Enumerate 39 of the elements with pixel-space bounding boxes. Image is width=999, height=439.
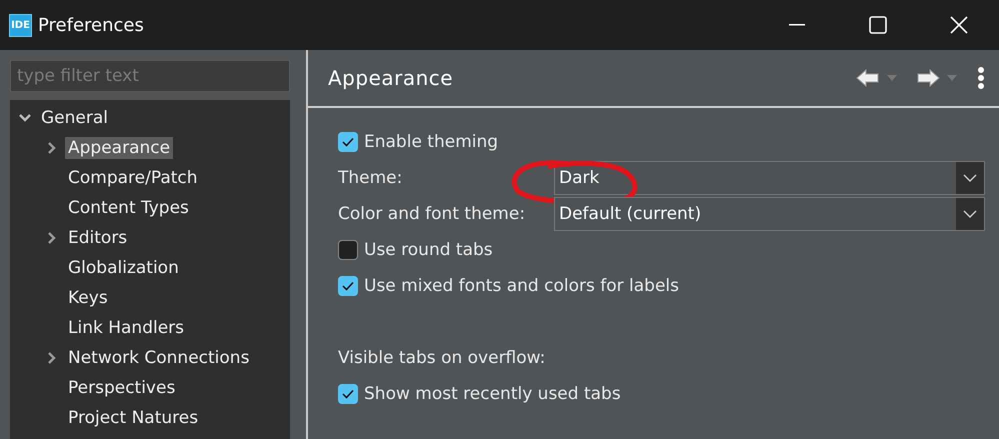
combo-box[interactable]: Default (current)	[554, 197, 985, 231]
tree-item[interactable]: Project Natures	[65, 407, 202, 429]
maximize-icon[interactable]	[868, 16, 886, 34]
tree-item[interactable]: Globalization	[65, 257, 182, 279]
checkmark-icon	[342, 281, 354, 291]
chevron-down-icon	[963, 174, 977, 182]
checkbox[interactable]	[338, 132, 358, 152]
field-label: Theme:	[338, 168, 404, 188]
tree-item[interactable]: General	[38, 107, 111, 129]
checkbox[interactable]	[338, 240, 358, 260]
checkbox-label: Enable theming	[364, 132, 498, 152]
checkmark-icon	[342, 137, 354, 147]
minimize-icon[interactable]	[788, 24, 804, 26]
tree-item[interactable]: Compare/Patch	[65, 167, 201, 189]
window-title: Preferences	[38, 14, 144, 36]
tree-item[interactable]: Content Types	[65, 197, 192, 219]
checkbox-label: Use mixed fonts and colors for labels	[364, 276, 679, 296]
checkbox-label: Show most recently used tabs	[364, 384, 621, 404]
forward-button[interactable]	[915, 68, 941, 88]
checkbox[interactable]	[338, 384, 358, 404]
back-button[interactable]	[855, 68, 881, 88]
combo-box[interactable]: Dark	[554, 161, 985, 195]
tree-item[interactable]: Appearance	[65, 137, 174, 159]
tree-item[interactable]: Network Connections	[65, 347, 252, 369]
checkbox[interactable]	[338, 276, 358, 296]
tree-item[interactable]: Link Handlers	[65, 317, 188, 339]
tree-item[interactable]: Perspectives	[65, 377, 178, 399]
more-options-icon[interactable]	[977, 66, 985, 90]
section-label: Visible tabs on overflow:	[338, 348, 546, 368]
tree-item[interactable]: Keys	[65, 287, 111, 309]
chevron-down-icon	[963, 210, 977, 218]
checkmark-icon	[342, 389, 354, 399]
filter-field[interactable]: type filter text	[10, 60, 290, 92]
tree-item[interactable]: Editors	[65, 227, 130, 249]
page-title: Appearance	[328, 66, 454, 90]
app-logo: IDE	[9, 14, 32, 36]
checkbox-label: Use round tabs	[364, 240, 493, 260]
field-label: Color and font theme:	[338, 204, 526, 224]
close-icon[interactable]	[950, 16, 968, 34]
